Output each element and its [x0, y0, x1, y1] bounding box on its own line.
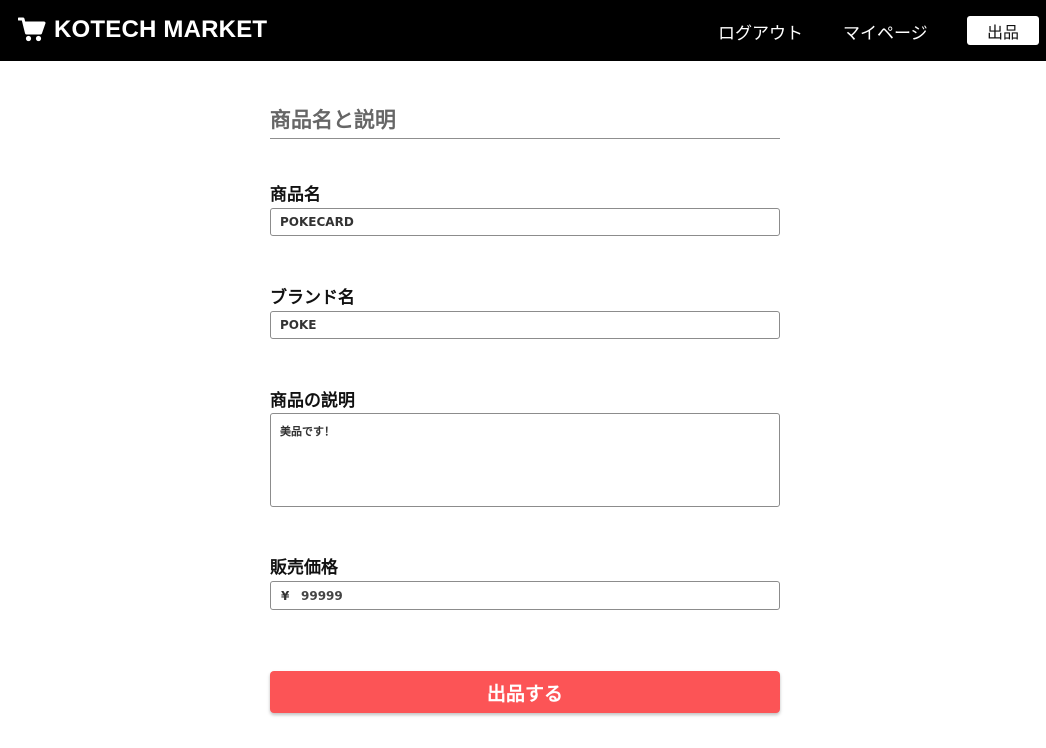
brand-name-label: ブランド名 — [270, 288, 355, 308]
submit-listing-button[interactable]: 出品する — [270, 671, 780, 713]
app-header: KOTECH MARKET ログアウト マイページ 出品 — [0, 0, 1046, 61]
brand-logo-link[interactable]: KOTECH MARKET — [18, 14, 267, 46]
logout-link[interactable]: ログアウト — [718, 19, 803, 44]
product-description-textarea[interactable]: 美品です！ — [270, 413, 780, 507]
brand-name-input[interactable] — [270, 311, 780, 339]
product-name-input[interactable] — [270, 208, 780, 236]
yen-symbol: ¥ — [281, 588, 290, 603]
product-description-label: 商品の説明 — [270, 391, 355, 411]
price-input[interactable] — [301, 583, 779, 608]
brand-name: KOTECH MARKET — [54, 16, 268, 43]
price-field: ¥ — [270, 581, 780, 610]
section-divider — [270, 138, 780, 139]
mypage-link[interactable]: マイページ — [843, 19, 928, 44]
product-name-label: 商品名 — [270, 185, 321, 205]
price-label: 販売価格 — [270, 558, 338, 578]
section-title: 商品名と説明 — [270, 108, 396, 132]
sell-nav-button[interactable]: 出品 — [967, 16, 1039, 45]
shopping-cart-icon — [18, 17, 46, 43]
